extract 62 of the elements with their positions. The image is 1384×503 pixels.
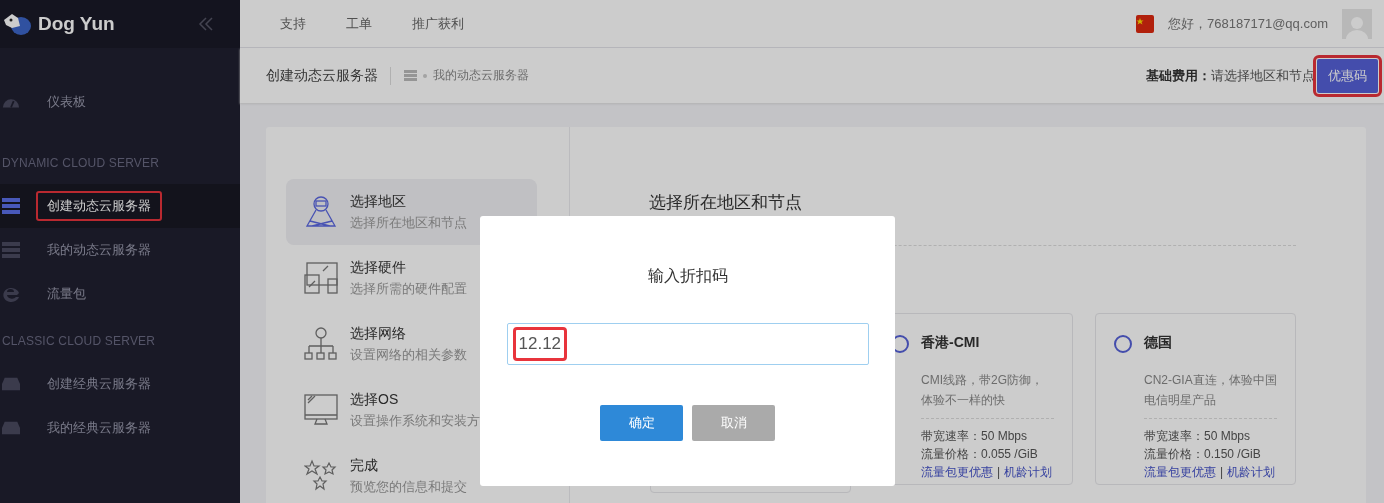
network-icon [304, 327, 338, 361]
sidebar-item[interactable]: 流量包 [36, 279, 97, 309]
step-subtitle: 选择所需的硬件配置 [350, 279, 467, 298]
region-link[interactable]: 流量包更优惠 [921, 462, 993, 481]
separator-text: | [1220, 463, 1224, 481]
dialog-title: 输入折扣码 [647, 266, 728, 286]
nav-link[interactable]: 工单 [346, 14, 372, 33]
user-greeting: 您好，768187171@qq.com [1168, 14, 1328, 33]
step-title: 完成 [350, 456, 379, 475]
flag-icon[interactable] [1136, 14, 1155, 33]
breadcrumb-link[interactable]: 我的动态云服务器 [433, 67, 529, 84]
brand-name[interactable]: Dog Yun [38, 13, 115, 35]
monitor-icon [304, 393, 338, 427]
step-subtitle: 设置操作系统和安装方 [350, 411, 480, 430]
section-heading: DYNAMIC CLOUD SERVER [1, 155, 161, 172]
price-text: 流量价格：0.055 /GiB [921, 445, 1039, 463]
step-subtitle: 预览您的信息和提交 [350, 477, 467, 496]
sidebar-item[interactable]: 创建经典云服务器 [36, 369, 162, 399]
bandwidth-text: 带宽速率：50 Mbps [1144, 427, 1252, 445]
region-link[interactable]: 机龄计划 [1004, 462, 1053, 481]
nav-link[interactable]: 支持 [280, 14, 306, 33]
step-title: 选择网络 [350, 324, 407, 343]
region-link[interactable]: 流量包更优惠 [1144, 462, 1216, 481]
step-title: 选择地区 [350, 192, 407, 211]
browser-e-icon [2, 285, 20, 303]
nav-link[interactable]: 推广获利 [412, 14, 464, 33]
step-item[interactable]: 选择地区 选择所在地区和节点 [286, 179, 537, 245]
bandwidth-text: 带宽速率：50 Mbps [921, 427, 1029, 445]
sidebar-item[interactable]: 我的动态云服务器 [36, 235, 162, 265]
stars-icon [304, 459, 338, 493]
sidebar-item[interactable]: 创建动态云服务器 [36, 191, 162, 221]
discount-code-field[interactable]: 12.12 [506, 323, 869, 365]
server-icon [2, 198, 20, 214]
step-title: 选择硬件 [350, 258, 407, 277]
server-icon [404, 70, 417, 81]
price-text: 流量价格：0.150 /GiB [1144, 445, 1262, 463]
step-item[interactable]: 选择OS 设置操作系统和安装方 [286, 377, 537, 443]
region-description: CN2-GIA直连，体验中国电信明星产品 [1144, 369, 1277, 419]
separator-text: | [997, 463, 1001, 481]
panel-title: 选择所在地区和节点 [649, 193, 803, 213]
section-heading: CLASSIC CLOUD SERVER [1, 333, 157, 350]
radio-button[interactable] [1114, 335, 1132, 353]
confirm-button[interactable]: 确定 [600, 405, 683, 441]
step-title: 选择OS [350, 390, 400, 409]
page-title: 创建动态云服务器 [266, 66, 391, 85]
hard-drive-icon [2, 421, 20, 435]
region-description: CMI线路，带2G防御，体验不一样的快 [921, 369, 1054, 419]
server-icon [2, 242, 20, 258]
dot-icon [423, 73, 427, 78]
step-item[interactable]: 选择硬件 选择所需的硬件配置 [286, 245, 537, 311]
region-link[interactable]: 机龄计划 [1227, 462, 1276, 481]
region-name: 德国 [1144, 334, 1173, 352]
step-subtitle: 选择所在地区和节点 [350, 213, 467, 232]
region-name: 香港-CMI [921, 334, 981, 352]
step-subtitle: 设置网络的相关参数 [350, 345, 467, 364]
sidebar-item[interactable]: 我的经典云服务器 [36, 413, 162, 443]
region-card[interactable]: 德国 CN2-GIA直连，体验中国电信明星产品 带宽速率：50 Mbps 流量价格：0.150 /GiB 流量包更优惠 | 机龄计划 [1095, 313, 1296, 485]
hard-drive-icon [2, 377, 20, 391]
step-item[interactable]: 完成 预览您的信息和提交 [286, 443, 537, 503]
sidebar-item[interactable]: 仪表板 [36, 87, 97, 117]
devices-icon [304, 261, 338, 295]
map-pin-icon [304, 195, 338, 229]
